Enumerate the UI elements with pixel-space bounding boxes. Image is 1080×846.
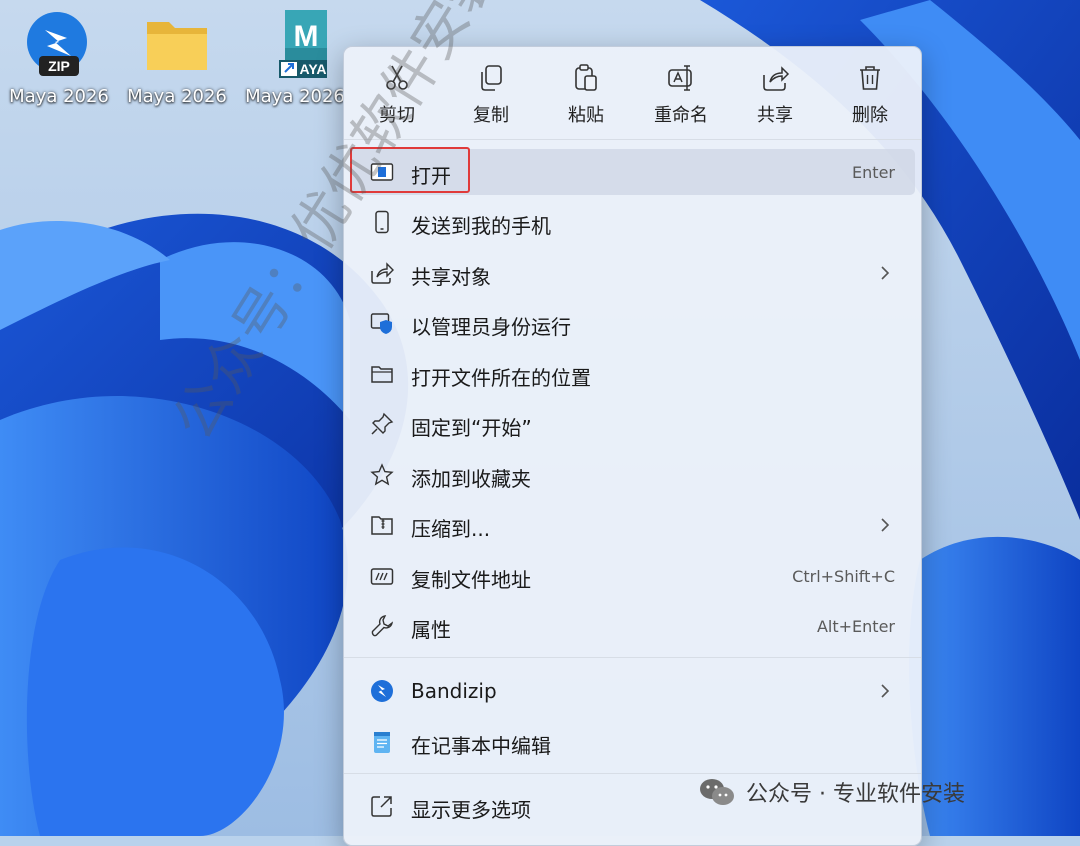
delete-label: 删除 [852, 105, 888, 126]
menu-item-run-as-admin[interactable]: 以管理员身份运行 [350, 300, 915, 346]
desktop-icon-maya-shortcut[interactable]: M AYA Maya 2026 [236, 8, 354, 118]
star-icon [370, 463, 394, 486]
more-options-icon [371, 796, 392, 817]
menu-item-label: 固定到“开始” [411, 416, 532, 440]
menu-item-label: Bandizip [411, 679, 497, 703]
copy-button[interactable]: 复制 [446, 57, 536, 133]
menu-divider [344, 773, 921, 774]
menu-item-label: 添加到收藏夹 [411, 467, 531, 491]
svg-text:M: M [294, 20, 319, 53]
wechat-icon [700, 779, 734, 805]
paste-icon [575, 64, 597, 91]
toolbar-divider [344, 139, 921, 140]
menu-item-label: 发送到我的手机 [411, 214, 551, 238]
desktop-icon-maya-folder[interactable]: Maya 2026 [118, 8, 236, 118]
menu-item-label: 复制文件地址 [411, 568, 531, 592]
copy-icon [481, 65, 502, 91]
scissors-icon [386, 65, 408, 90]
desktop-icon-label: Maya 2026 [245, 86, 345, 107]
watermark-footer-text: 公众号 · 专业软件安装 [746, 782, 965, 807]
share-icon [763, 66, 790, 91]
context-menu-toolbar: 剪切 复制 粘贴 重命名 共享 删除 [344, 47, 921, 139]
menu-item-label: 共享对象 [411, 265, 491, 289]
menu-divider [344, 657, 921, 658]
phone-icon [375, 210, 389, 234]
rename-icon [668, 65, 692, 91]
menu-item-pin-to-start[interactable]: 固定到“开始” [350, 401, 915, 447]
copy-path-icon [370, 568, 394, 585]
folder-icon [141, 8, 213, 80]
menu-item-label: 显示更多选项 [411, 798, 531, 822]
folder-icon [371, 366, 393, 383]
copy-label: 复制 [473, 105, 509, 126]
menu-item-label: 打开文件所在的位置 [411, 366, 591, 390]
chevron-right-icon [881, 684, 890, 698]
desktop-icon-label: Maya 2026 [9, 86, 109, 107]
menu-item-open-file-location[interactable]: 打开文件所在的位置 [350, 351, 915, 397]
highlight-annotation [350, 147, 470, 193]
menu-item-share-with[interactable]: 共享对象 [350, 250, 915, 296]
menu-item-label: 以管理员身份运行 [411, 315, 571, 339]
bandizip-icon [371, 680, 393, 702]
pin-icon [371, 412, 394, 435]
chevron-right-icon [881, 266, 890, 280]
chevron-right-icon [881, 518, 890, 532]
share-button[interactable]: 共享 [730, 57, 820, 133]
rename-button[interactable]: 重命名 [636, 57, 726, 133]
svg-text:ZIP: ZIP [48, 58, 70, 74]
watermark-footer: 公众号 · 专业软件安装 [698, 776, 965, 808]
zip-folder-icon [371, 516, 393, 535]
share-label: 共享 [757, 105, 793, 126]
svg-text:AYA: AYA [300, 61, 327, 77]
cut-label: 剪切 [379, 105, 415, 126]
rename-label: 重命名 [654, 105, 708, 126]
menu-item-compress-to[interactable]: 压缩到... [350, 502, 915, 548]
delete-button[interactable]: 删除 [825, 57, 915, 133]
menu-item-bandizip[interactable]: Bandizip [350, 668, 915, 714]
shortcut-text: Enter [852, 163, 895, 182]
cut-button[interactable]: 剪切 [352, 57, 442, 133]
share-icon [371, 262, 394, 284]
shield-admin-icon [370, 313, 392, 334]
wrench-icon [371, 615, 394, 637]
paste-label: 粘贴 [568, 105, 604, 126]
menu-item-properties[interactable]: 属性 Alt+Enter [350, 603, 915, 649]
desktop-icon-label: Maya 2026 [127, 86, 227, 107]
shortcut-text: Ctrl+Shift+C [792, 567, 895, 586]
trash-icon [860, 66, 880, 90]
menu-item-label: 压缩到... [411, 517, 491, 541]
menu-item-add-to-favorites[interactable]: 添加到收藏夹 [350, 452, 915, 498]
shortcut-text: Alt+Enter [816, 617, 895, 636]
menu-item-label: 在记事本中编辑 [411, 734, 551, 758]
menu-item-edit-in-notepad[interactable]: 在记事本中编辑 [350, 719, 915, 765]
menu-item-send-to-phone[interactable]: 发送到我的手机 [350, 199, 915, 245]
paste-button[interactable]: 粘贴 [541, 57, 631, 133]
menu-item-copy-as-path[interactable]: 复制文件地址 Ctrl+Shift+C [350, 553, 915, 599]
desktop-icon-maya-zip[interactable]: ZIP Maya 2026 [0, 8, 118, 118]
bandizip-zip-icon: ZIP [23, 8, 95, 80]
menu-item-label: 属性 [411, 618, 451, 642]
notepad-icon [374, 732, 390, 753]
maya-shortcut-icon: M AYA [259, 8, 331, 80]
